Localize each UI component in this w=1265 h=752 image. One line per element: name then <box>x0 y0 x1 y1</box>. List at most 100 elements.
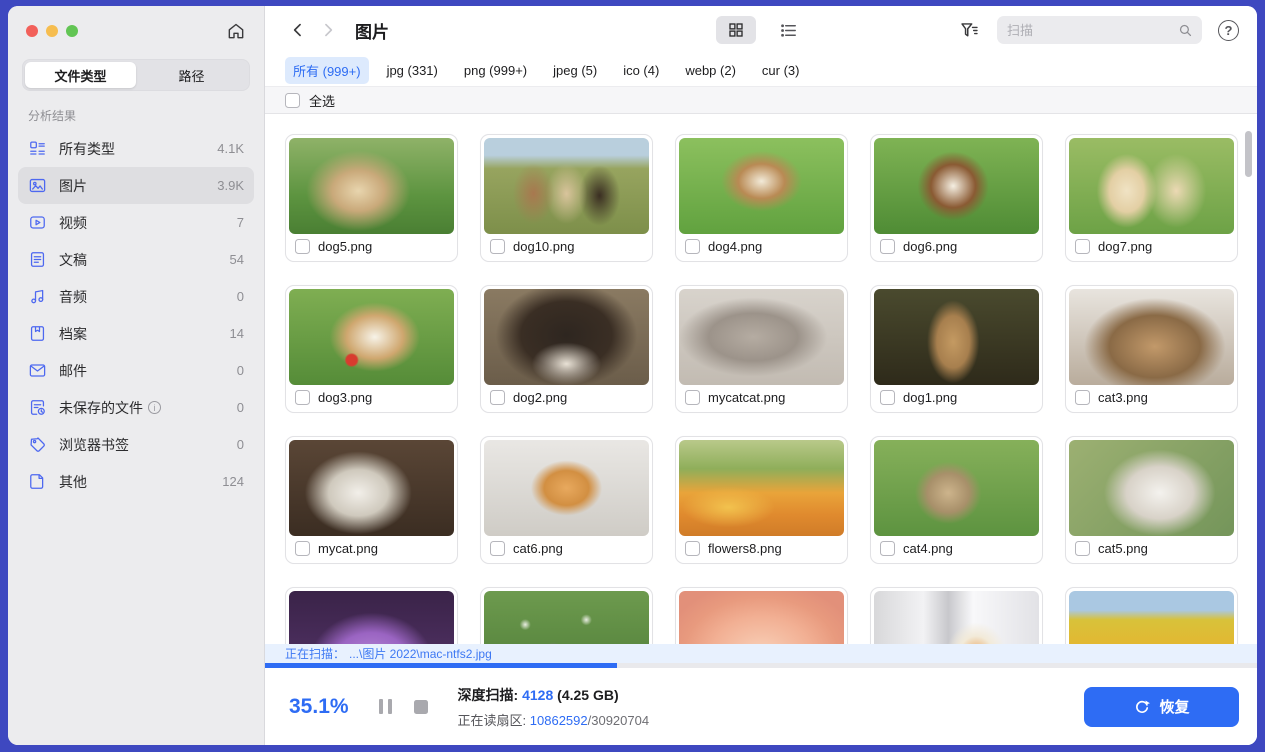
file-card[interactable]: flower-purple <box>285 587 458 644</box>
toolbar-left: 图片 <box>285 17 716 43</box>
zoom-button[interactable] <box>66 25 78 37</box>
file-card[interactable]: dog7.png <box>1065 134 1238 262</box>
filter-tab-ico[interactable]: ico (4) <box>615 59 667 82</box>
sidebar-item-browser-bookmarks[interactable]: 浏览器书签 0 <box>18 426 254 463</box>
sidebar-item-unsaved-files[interactable]: 未保存的文件 i 0 <box>18 389 254 426</box>
file-checkbox[interactable] <box>1075 239 1090 254</box>
file-checkbox[interactable] <box>685 239 700 254</box>
main-panel: 图片 ? <box>265 6 1257 745</box>
search-icon[interactable] <box>1177 22 1194 39</box>
help-icon[interactable]: ? <box>1218 20 1239 41</box>
sidebar-item-label: 档案 <box>59 324 87 344</box>
file-checkbox[interactable] <box>685 390 700 405</box>
sector-current: 10862592 <box>530 713 588 728</box>
file-card[interactable]: cat4.png <box>870 436 1043 564</box>
file-checkbox[interactable] <box>295 239 310 254</box>
select-all-checkbox[interactable] <box>285 93 300 108</box>
file-checkbox[interactable] <box>880 541 895 556</box>
file-thumbnail <box>679 289 844 385</box>
file-card[interactable]: dog5.png <box>285 134 458 262</box>
grid-view-button[interactable] <box>716 16 756 44</box>
sidebar-item-all-types[interactable]: 所有类型 4.1K <box>18 130 254 167</box>
filter-tab-all[interactable]: 所有 (999+) <box>285 57 369 84</box>
file-thumbnail <box>874 138 1039 234</box>
sidebar-item-documents[interactable]: 文稿 54 <box>18 241 254 278</box>
file-card[interactable]: mycat.png <box>285 436 458 564</box>
file-card[interactable]: sunflowers <box>1065 587 1238 644</box>
file-checkbox[interactable] <box>295 541 310 556</box>
file-card[interactable]: dog6.png <box>870 134 1043 262</box>
minimize-button[interactable] <box>46 25 58 37</box>
file-thumbnail <box>289 440 454 536</box>
forward-button[interactable] <box>315 17 341 43</box>
file-card[interactable]: dog2.png <box>480 285 653 413</box>
file-checkbox[interactable] <box>1075 541 1090 556</box>
other-file-icon <box>28 472 47 491</box>
file-checkbox[interactable] <box>685 541 700 556</box>
search-input[interactable] <box>1007 23 1177 38</box>
file-checkbox[interactable] <box>880 239 895 254</box>
sidebar-section-label: 分析结果 <box>28 107 244 124</box>
list-view-button[interactable] <box>768 16 808 44</box>
file-card[interactable]: flower-clover <box>480 587 653 644</box>
filter-tab-jpeg[interactable]: jpeg (5) <box>545 59 605 82</box>
file-checkbox[interactable] <box>295 390 310 405</box>
file-card[interactable]: flowers8.png <box>675 436 848 564</box>
sector-label: 正在读扇区: <box>458 713 530 728</box>
file-checkbox[interactable] <box>490 541 505 556</box>
app-window: 文件类型 路径 分析结果 所有类型 4.1K 图片 3.9K 视频 7 文 <box>8 6 1257 745</box>
file-card[interactable]: dog1.png <box>870 285 1043 413</box>
progress-bar <box>265 663 1257 668</box>
home-icon[interactable] <box>226 21 246 41</box>
file-checkbox[interactable] <box>880 390 895 405</box>
file-checkbox[interactable] <box>490 390 505 405</box>
tab-file-types[interactable]: 文件类型 <box>25 62 136 88</box>
video-icon <box>28 213 47 232</box>
sidebar-item-count: 0 <box>237 437 244 452</box>
scrollbar-thumb[interactable] <box>1245 131 1252 177</box>
filter-tab-jpg[interactable]: jpg (331) <box>379 59 446 82</box>
pause-button[interactable] <box>379 699 392 714</box>
footer-bar: 35.1% 深度扫描: 4128 (4.25 GB) 正在读扇区: 108625… <box>265 668 1257 745</box>
sidebar-item-images[interactable]: 图片 3.9K <box>18 167 254 204</box>
file-name: flowers8.png <box>708 541 782 556</box>
info-icon[interactable]: i <box>148 401 161 414</box>
sidebar-item-label: 音频 <box>59 287 87 307</box>
toolbar-right: ? <box>808 16 1239 44</box>
sidebar-item-mail[interactable]: 邮件 0 <box>18 352 254 389</box>
tab-path[interactable]: 路径 <box>136 62 247 88</box>
file-card[interactable]: flower-peach <box>675 587 848 644</box>
file-card[interactable]: cat5.png <box>1065 436 1238 564</box>
file-card[interactable]: cat-window <box>870 587 1043 644</box>
file-card[interactable]: cat6.png <box>480 436 653 564</box>
file-card[interactable]: dog4.png <box>675 134 848 262</box>
file-checkbox[interactable] <box>490 239 505 254</box>
refresh-icon <box>1133 698 1151 716</box>
progress-percent: 35.1% <box>289 695 349 719</box>
file-card[interactable]: dog3.png <box>285 285 458 413</box>
file-checkbox[interactable] <box>1075 390 1090 405</box>
file-card[interactable]: dog10.png <box>480 134 653 262</box>
progress-bar-fill <box>265 663 617 668</box>
filter-tab-webp[interactable]: webp (2) <box>677 59 744 82</box>
filter-icon[interactable] <box>957 18 981 42</box>
sidebar-item-videos[interactable]: 视频 7 <box>18 204 254 241</box>
page-title: 图片 <box>355 18 389 43</box>
file-thumbnail <box>874 440 1039 536</box>
sidebar-item-audio[interactable]: 音频 0 <box>18 278 254 315</box>
sidebar-item-count: 7 <box>237 215 244 230</box>
stop-button[interactable] <box>414 700 428 714</box>
filter-tab-cur[interactable]: cur (3) <box>754 59 808 82</box>
back-button[interactable] <box>285 17 311 43</box>
file-card[interactable]: mycatcat.png <box>675 285 848 413</box>
file-thumbnail <box>484 591 649 644</box>
file-thumbnail <box>289 289 454 385</box>
sidebar-item-count: 4.1K <box>217 141 244 156</box>
sidebar-item-other[interactable]: 其他 124 <box>18 463 254 500</box>
recover-button[interactable]: 恢复 <box>1084 687 1239 727</box>
sidebar-item-label: 浏览器书签 <box>59 435 129 455</box>
file-card[interactable]: cat3.png <box>1065 285 1238 413</box>
sidebar-item-archives[interactable]: 档案 14 <box>18 315 254 352</box>
close-button[interactable] <box>26 25 38 37</box>
filter-tab-png[interactable]: png (999+) <box>456 59 535 82</box>
